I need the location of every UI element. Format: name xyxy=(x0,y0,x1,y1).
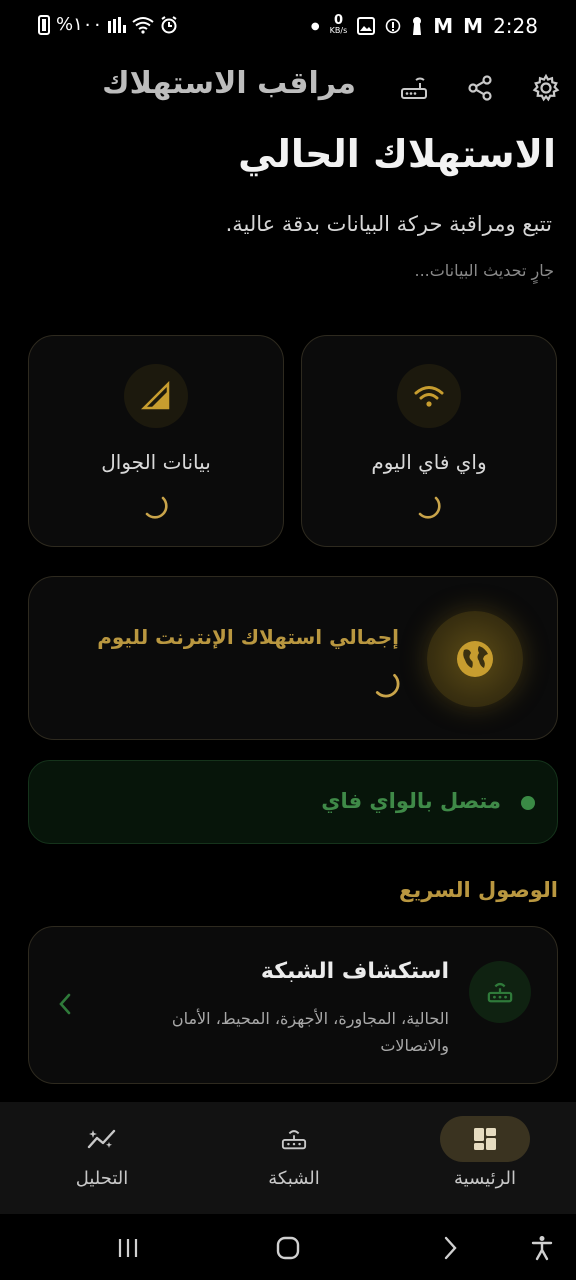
dashboard-icon xyxy=(474,1128,496,1150)
total-usage-card[interactable]: إجمالي استهلاك الإنترنت لليوم xyxy=(28,576,558,740)
loading-spinner xyxy=(418,496,441,519)
signal-bars-icon xyxy=(108,16,127,33)
status-bar: %١٠٠ ● 0 KB/s M M 2:28 xyxy=(0,0,576,58)
globe-icon xyxy=(457,641,493,677)
back-button[interactable] xyxy=(430,1228,470,1268)
wifi-icon xyxy=(414,386,444,407)
status-left: %١٠٠ xyxy=(38,14,178,35)
chevron-left-icon xyxy=(59,993,71,1015)
home-icon xyxy=(276,1236,300,1260)
page-title: الاستهلاك الحالي xyxy=(238,132,556,176)
mobile-data-card[interactable]: بيانات الجوال xyxy=(28,335,284,547)
battery-level: %١٠٠ xyxy=(56,14,103,35)
connection-status-banner: متصل بالواي فاي xyxy=(28,760,558,844)
nav-analytics-label: التحليل xyxy=(75,1168,129,1189)
mail-icon: M xyxy=(433,14,454,38)
settings-button[interactable] xyxy=(524,66,568,110)
nav-home-pill xyxy=(440,1116,530,1162)
battery-icon xyxy=(38,14,50,35)
nav-network-pill xyxy=(249,1116,339,1162)
quick-access-heading: الوصول السريع xyxy=(399,878,558,902)
cellular-signal-icon xyxy=(141,381,170,410)
analytics-icon xyxy=(87,1129,116,1149)
recent-apps-button[interactable] xyxy=(108,1228,148,1268)
router-icon-circle xyxy=(469,961,531,1023)
app-title: مراقب الاستهلاك xyxy=(102,66,356,101)
accessibility-button[interactable] xyxy=(522,1228,562,1268)
connection-status-text: متصل بالواي فاي xyxy=(321,789,501,813)
nav-network[interactable]: الشبكة xyxy=(214,1102,374,1214)
mobile-icon-circle xyxy=(124,364,188,428)
mail-icon-2: M xyxy=(463,14,484,38)
updating-status: جارٍ تحديث البيانات... xyxy=(414,261,554,280)
wifi-today-label: واي فاي اليوم xyxy=(371,450,487,474)
router-icon xyxy=(487,983,513,1003)
page-subtitle: تتبع ومراقبة حركة البيانات بدقة عالية. xyxy=(225,212,552,236)
status-right: ● 0 KB/s M M 2:28 xyxy=(310,13,538,38)
router-icon xyxy=(281,1130,307,1150)
recent-apps-icon xyxy=(118,1239,138,1257)
keyhole-icon xyxy=(413,17,422,35)
nav-analytics[interactable]: التحليل xyxy=(22,1102,182,1214)
globe-icon-circle xyxy=(427,611,523,707)
home-button[interactable] xyxy=(268,1228,308,1268)
wifi-icon-circle xyxy=(397,364,461,428)
mobile-data-label: بيانات الجوال xyxy=(101,450,211,474)
loading-spinner xyxy=(145,496,168,519)
router-icon xyxy=(401,77,427,99)
network-explorer-title: استكشاف الشبكة xyxy=(260,959,449,984)
alarm-icon xyxy=(161,15,177,33)
wifi-status-icon xyxy=(132,16,154,34)
info-icon xyxy=(385,18,401,34)
nav-network-label: الشبكة xyxy=(268,1168,320,1189)
status-dot xyxy=(521,796,535,810)
nav-home[interactable]: الرئيسية xyxy=(405,1102,565,1214)
system-navigation-bar xyxy=(0,1214,576,1280)
settings-icon xyxy=(532,73,560,102)
back-chevron-icon xyxy=(444,1236,457,1260)
router-button[interactable] xyxy=(392,66,436,110)
share-button[interactable] xyxy=(458,66,502,110)
bottom-navigation: الرئيسية الشبكة التحليل xyxy=(0,1102,576,1214)
total-usage-label: إجمالي استهلاك الإنترنت لليوم xyxy=(97,625,399,649)
wifi-today-card[interactable]: واي فاي اليوم xyxy=(301,335,557,547)
clock-time: 2:28 xyxy=(493,14,538,38)
loading-spinner xyxy=(375,673,400,698)
share-icon xyxy=(468,75,492,101)
network-explorer-card[interactable]: استكشاف الشبكة الحالية، المجاورة، الأجهز… xyxy=(28,926,558,1084)
nav-home-label: الرئيسية xyxy=(454,1168,516,1189)
nav-analytics-pill xyxy=(57,1116,147,1162)
net-speed: 0 KB/s xyxy=(329,13,348,35)
network-explorer-description: الحالية، المجاورة، الأجهزة، المحيط، الأم… xyxy=(171,1009,449,1055)
gallery-icon xyxy=(357,17,376,35)
accessibility-icon xyxy=(531,1236,553,1261)
